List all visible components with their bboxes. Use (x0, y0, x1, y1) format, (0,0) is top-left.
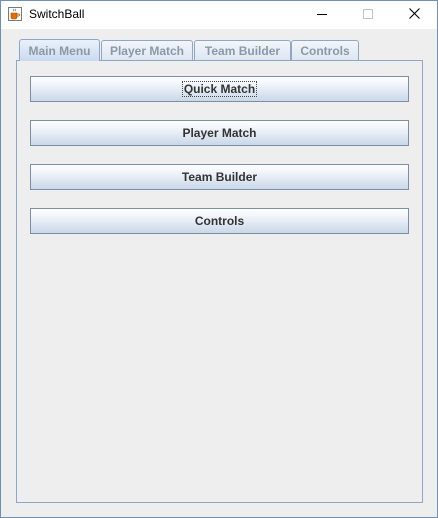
quick-match-label: Quick Match (181, 81, 258, 97)
team-builder-label: Team Builder (181, 170, 258, 184)
minimize-button[interactable] (299, 1, 345, 29)
player-match-button[interactable]: Player Match (30, 120, 409, 146)
tab-main-menu[interactable]: Main Menu (19, 39, 100, 61)
close-button[interactable] (391, 1, 437, 29)
window-title: SwitchBall (29, 7, 85, 21)
maximize-button[interactable] (345, 1, 391, 29)
controls-button[interactable]: Controls (30, 208, 409, 234)
quick-match-button[interactable]: Quick Match (30, 76, 409, 102)
controls-label: Controls (194, 214, 245, 228)
tab-player-match[interactable]: Player Match (101, 40, 193, 60)
tab-team-builder[interactable]: Team Builder (194, 40, 291, 60)
main-menu-panel: Quick Match Player Match Team Builder Co… (16, 60, 423, 503)
title-bar[interactable]: SwitchBall (1, 1, 437, 29)
team-builder-button[interactable]: Team Builder (30, 164, 409, 190)
app-window: SwitchBall Main Menu Player Match Team B… (0, 0, 438, 518)
close-icon (408, 6, 420, 24)
player-match-label: Player Match (182, 126, 257, 140)
maximize-icon (363, 6, 373, 24)
content-area: Main Menu Player Match Team Builder Cont… (1, 30, 437, 517)
java-cup-icon (8, 7, 22, 21)
tab-controls[interactable]: Controls (291, 40, 359, 60)
minimize-icon (317, 6, 327, 24)
